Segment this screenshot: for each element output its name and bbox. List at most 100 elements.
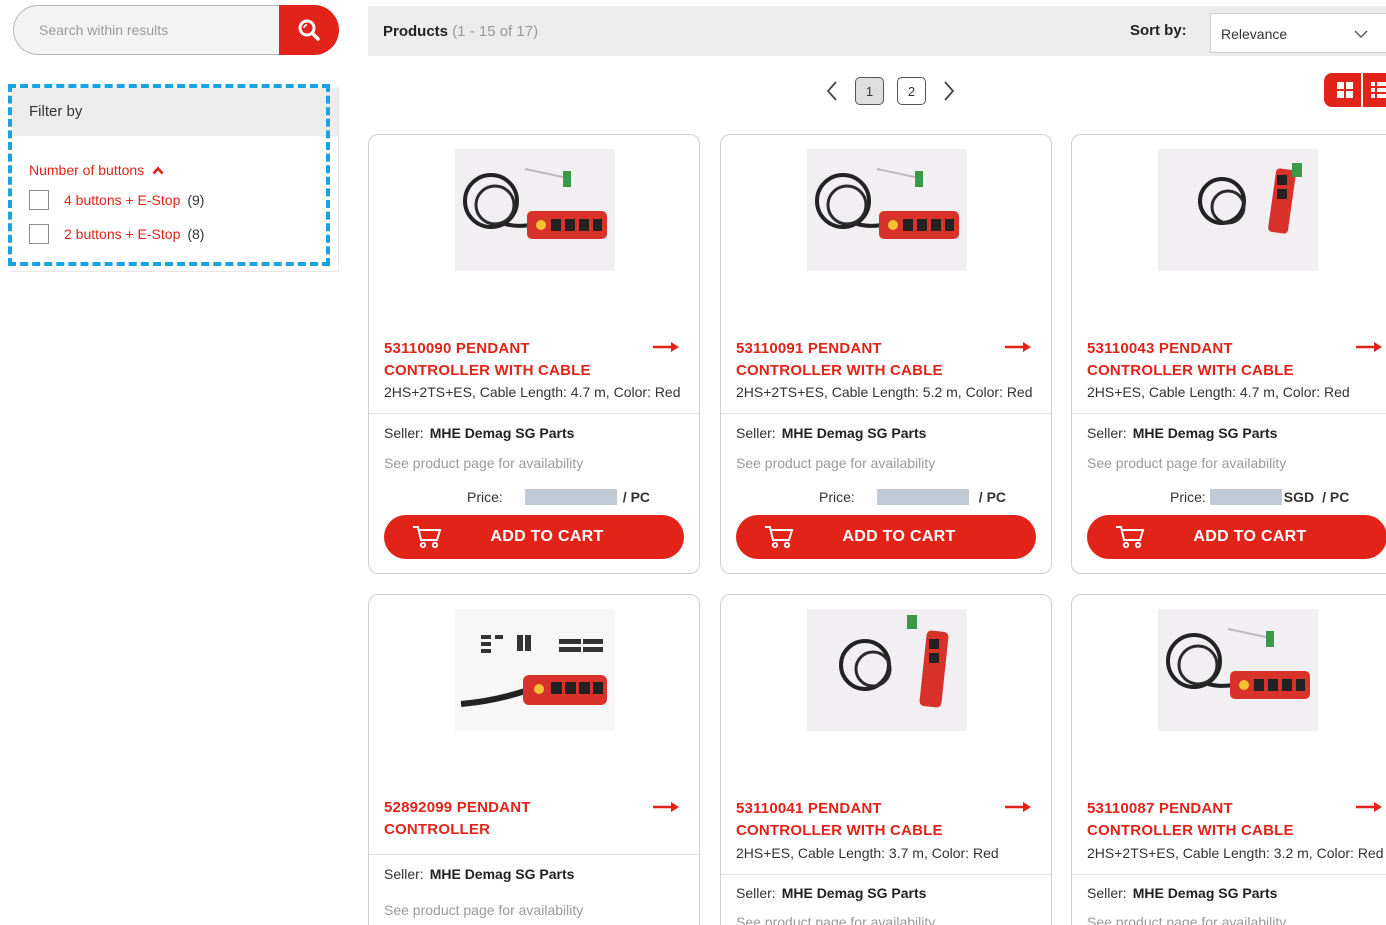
product-image[interactable] bbox=[455, 149, 615, 271]
toggle-divider bbox=[1361, 73, 1363, 107]
chevron-left-icon bbox=[826, 81, 837, 101]
product-name[interactable]: 53110087 PENDANT CONTROLLER WITH CABLE bbox=[1087, 798, 1347, 842]
availability-text: See product page for availability bbox=[384, 902, 584, 918]
search-input[interactable] bbox=[13, 5, 313, 55]
add-to-cart-button[interactable]: ADD TO CART bbox=[736, 515, 1036, 559]
divider bbox=[721, 874, 1051, 875]
add-to-cart-button[interactable]: ADD TO CART bbox=[1087, 515, 1386, 559]
arrow-right-icon[interactable] bbox=[653, 341, 679, 353]
product-card[interactable]: 53110091 PENDANT CONTROLLER WITH CABLE 2… bbox=[720, 134, 1052, 574]
product-spec: 2HS+2TS+ES, Cable Length: 4.7 m, Color: … bbox=[384, 384, 681, 400]
product-name[interactable]: 53110091 PENDANT CONTROLLER WITH CABLE bbox=[736, 338, 996, 382]
arrow-right-icon[interactable] bbox=[1356, 341, 1382, 353]
availability-text: See product page for availability bbox=[1087, 914, 1287, 925]
price-row: Price: / PC bbox=[467, 489, 650, 505]
sort-select-value: Relevance bbox=[1221, 26, 1288, 42]
search-icon bbox=[298, 19, 320, 41]
price-currency: SGD bbox=[1283, 489, 1315, 505]
add-to-cart-button[interactable]: ADD TO CART bbox=[384, 515, 684, 559]
seller-label: Seller: bbox=[384, 425, 424, 441]
product-spec: 2HS+2TS+ES, Cable Length: 3.2 m, Color: … bbox=[1087, 845, 1384, 861]
sort-label: Sort by: bbox=[1130, 22, 1187, 39]
product-name-line1: 53110087 PENDANT bbox=[1087, 800, 1233, 817]
chevron-down-icon bbox=[1354, 30, 1368, 38]
divider bbox=[1072, 874, 1386, 875]
divider bbox=[1072, 413, 1386, 414]
seller-name: MHE Demag SG Parts bbox=[781, 885, 927, 901]
availability-text: See product page for availability bbox=[736, 455, 936, 471]
product-image[interactable] bbox=[1158, 609, 1318, 731]
next-page-button[interactable] bbox=[939, 77, 959, 105]
pendant-controller-image bbox=[1158, 609, 1318, 731]
price-unit: / PC bbox=[978, 489, 1007, 505]
seller-name: MHE Demag SG Parts bbox=[781, 425, 927, 441]
seller-label: Seller: bbox=[384, 866, 424, 882]
price-redacted bbox=[1209, 489, 1282, 505]
availability-text: See product page for availability bbox=[736, 914, 936, 925]
seller-name: MHE Demag SG Parts bbox=[1132, 425, 1278, 441]
price-redacted bbox=[876, 489, 969, 505]
price-unit: / PC bbox=[1322, 489, 1350, 505]
grid-view-icon[interactable] bbox=[1337, 82, 1353, 98]
list-view-icon[interactable] bbox=[1371, 82, 1386, 98]
product-card[interactable]: 53110043 PENDANT CONTROLLER WITH CABLE 2… bbox=[1071, 134, 1386, 574]
arrow-right-icon[interactable] bbox=[1005, 341, 1031, 353]
chevron-right-icon bbox=[944, 81, 955, 101]
product-card[interactable]: 53110087 PENDANT CONTROLLER WITH CABLE 2… bbox=[1071, 594, 1386, 925]
results-title: Products (1 - 15 of 17) bbox=[383, 6, 538, 58]
prev-page-button[interactable] bbox=[822, 77, 842, 105]
seller-label: Seller: bbox=[1087, 885, 1127, 901]
price-label: Price: bbox=[467, 489, 503, 505]
add-to-cart-label: ADD TO CART bbox=[490, 528, 604, 545]
availability-text: See product page for availability bbox=[384, 455, 584, 471]
product-name-line1: 53110090 PENDANT bbox=[384, 340, 530, 357]
arrow-right-icon[interactable] bbox=[653, 801, 679, 813]
product-image[interactable] bbox=[1158, 149, 1318, 271]
price-unit: / PC bbox=[622, 489, 651, 505]
product-image[interactable] bbox=[807, 149, 967, 271]
product-name-line2: CONTROLLER WITH CABLE bbox=[1087, 822, 1294, 839]
arrow-right-icon[interactable] bbox=[1356, 801, 1382, 813]
product-name-line2: CONTROLLER WITH CABLE bbox=[736, 362, 943, 379]
seller-info: Seller: MHE Demag SG Parts bbox=[736, 425, 926, 441]
product-card[interactable]: 53110090 PENDANT CONTROLLER WITH CABLE 2… bbox=[368, 134, 700, 574]
add-to-cart-label: ADD TO CART bbox=[842, 528, 956, 545]
pendant-controller-image bbox=[455, 149, 615, 271]
product-name-line2: CONTROLLER WITH CABLE bbox=[384, 362, 591, 379]
seller-info: Seller: MHE Demag SG Parts bbox=[1087, 885, 1277, 901]
sort-select[interactable]: Relevance bbox=[1210, 13, 1386, 53]
product-image[interactable] bbox=[807, 609, 967, 731]
page-1-button[interactable]: 1 bbox=[855, 77, 884, 105]
pendant-controller-image bbox=[455, 609, 615, 731]
product-name[interactable]: 53110041 PENDANT CONTROLLER WITH CABLE bbox=[736, 798, 996, 842]
search-bar bbox=[13, 5, 339, 55]
product-spec: 2HS+2TS+ES, Cable Length: 5.2 m, Color: … bbox=[736, 384, 1033, 400]
price-row: Price: SGD / PC bbox=[1170, 489, 1349, 505]
seller-label: Seller: bbox=[1087, 425, 1127, 441]
search-button[interactable] bbox=[279, 5, 339, 55]
product-name-line1: 52892099 PENDANT bbox=[384, 799, 531, 816]
product-image[interactable] bbox=[455, 609, 615, 731]
price-redacted bbox=[524, 489, 617, 505]
seller-label: Seller: bbox=[736, 425, 776, 441]
product-card[interactable]: 52892099 PENDANT CONTROLLER Seller: MHE D… bbox=[368, 594, 700, 925]
arrow-right-icon[interactable] bbox=[1005, 801, 1031, 813]
product-name[interactable]: 53110090 PENDANT CONTROLLER WITH CABLE bbox=[384, 338, 644, 382]
page-2-button[interactable]: 2 bbox=[897, 77, 926, 105]
divider bbox=[369, 854, 699, 855]
results-title-label: Products bbox=[383, 23, 449, 40]
pendant-controller-image bbox=[807, 149, 967, 271]
results-range: (1 - 15 of 17) bbox=[452, 23, 539, 40]
product-name-line1: 53110091 PENDANT bbox=[736, 340, 882, 357]
price-label: Price: bbox=[819, 489, 855, 505]
price-row: Price: / PC bbox=[819, 489, 1006, 505]
product-card[interactable]: 53110041 PENDANT CONTROLLER WITH CABLE 2… bbox=[720, 594, 1052, 925]
seller-info: Seller: MHE Demag SG Parts bbox=[736, 885, 926, 901]
seller-name: MHE Demag SG Parts bbox=[429, 425, 575, 441]
product-spec: 2HS+ES, Cable Length: 4.7 m, Color: Red bbox=[1087, 384, 1350, 400]
pagination: 1 2 bbox=[822, 77, 959, 105]
seller-info: Seller: MHE Demag SG Parts bbox=[1087, 425, 1277, 441]
product-name[interactable]: 53110043 PENDANT CONTROLLER WITH CABLE bbox=[1087, 338, 1347, 382]
product-name[interactable]: 52892099 PENDANT CONTROLLER bbox=[384, 797, 644, 841]
product-name-line2: CONTROLLER WITH CABLE bbox=[1087, 362, 1294, 379]
